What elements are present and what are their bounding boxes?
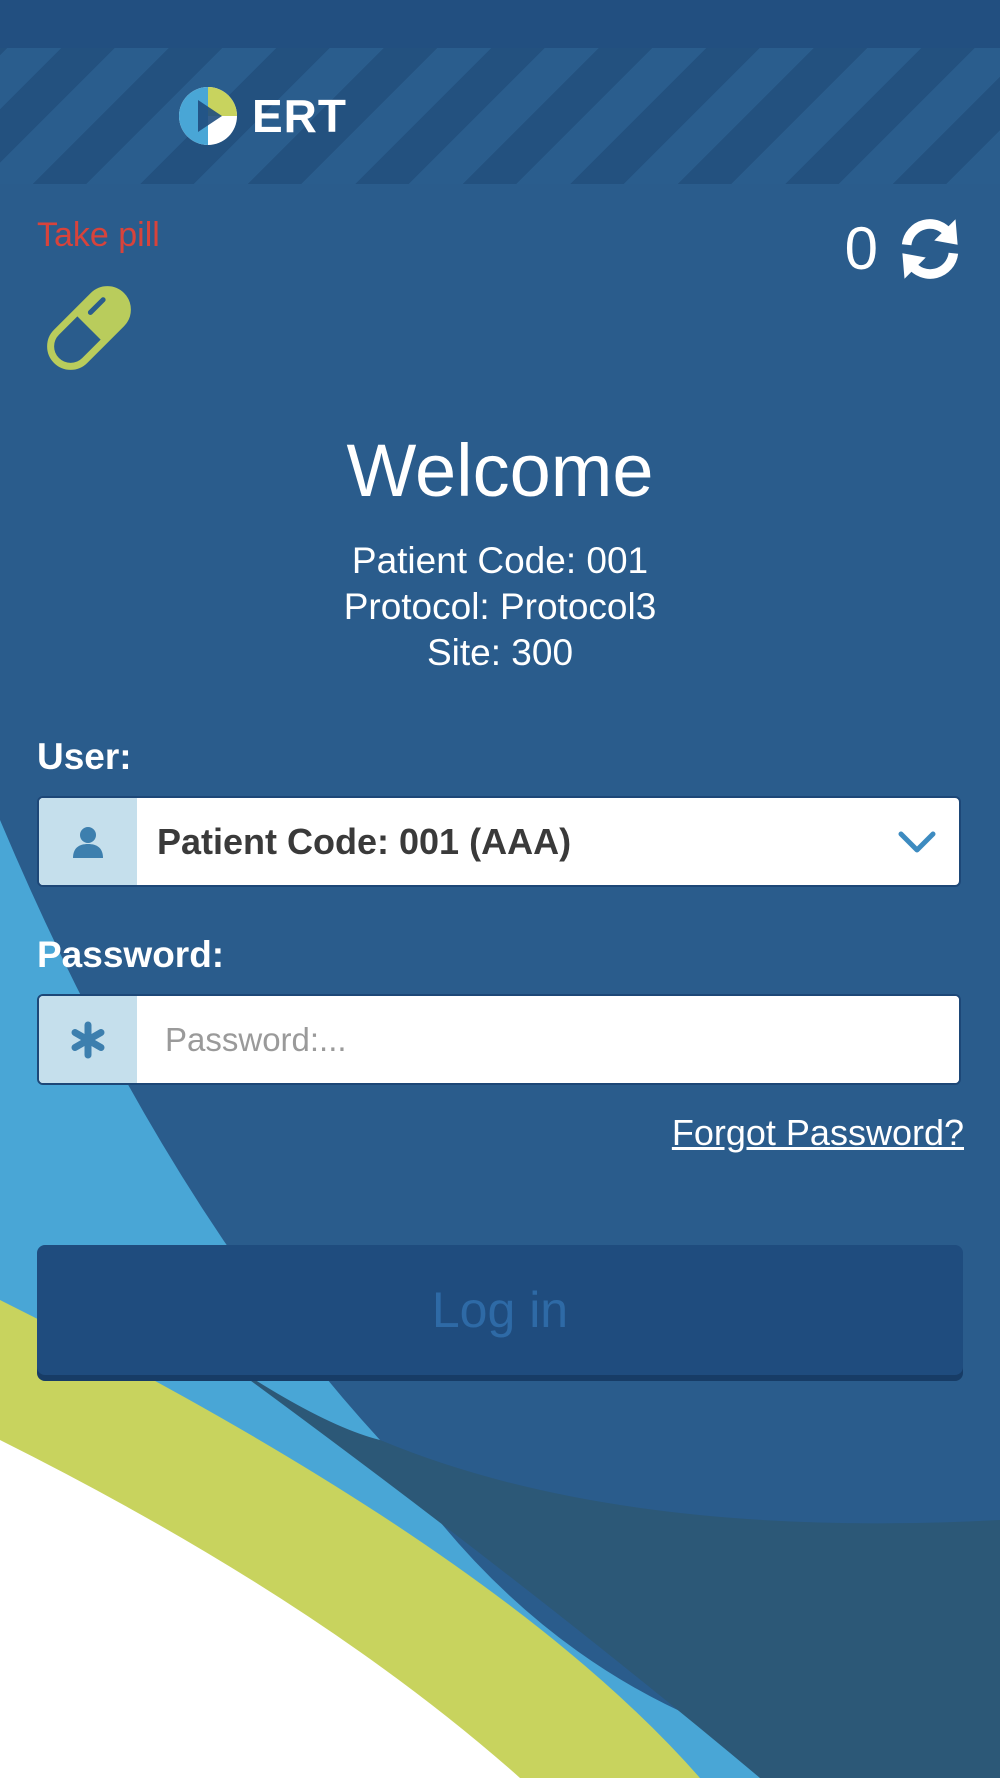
login-button[interactable]: Log in [37,1245,963,1375]
patient-code-text: Patient Code: 001 [351,540,649,581]
user-addon [39,798,137,885]
asterisk-icon [71,1021,105,1058]
chevron-down-icon [898,831,936,852]
take-pill-reminder[interactable]: Take pill [37,216,160,370]
site-text: Site: 300 [426,632,574,673]
password-label: Password: [37,934,225,975]
pill-icon [47,286,131,370]
user-label: User: [37,736,132,777]
user-icon [73,826,103,858]
reminder-label: Take pill [37,216,160,254]
welcome-title: Welcome [346,429,654,512]
user-select-value: Patient Code: 001 (AAA) [157,820,572,862]
sync-status[interactable]: 0 [845,214,964,283]
patient-info: Patient Code: 001 Protocol: Protocol3 Si… [0,538,1000,676]
forgot-password-link[interactable]: Forgot Password? [672,1112,964,1154]
sync-count: 0 [844,215,878,282]
password-field[interactable] [37,994,961,1085]
protocol-text: Protocol: Protocol3 [343,586,657,627]
user-select[interactable]: Patient Code: 001 (AAA) [37,796,961,887]
refresh-icon[interactable] [896,215,964,283]
password-addon [39,996,137,1083]
password-input[interactable] [137,996,959,1083]
